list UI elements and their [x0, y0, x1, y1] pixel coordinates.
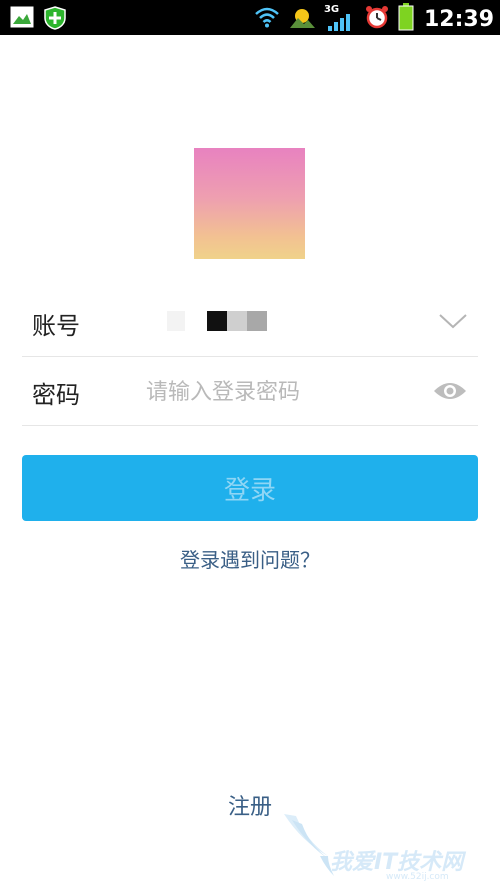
- clock: 12:39: [423, 6, 494, 32]
- weather-icon: [288, 4, 316, 34]
- watermark-url: www.52ij.com: [386, 872, 449, 882]
- signal-icon: 3G: [324, 4, 356, 32]
- gallery-icon: [10, 6, 34, 34]
- eye-icon[interactable]: [432, 377, 468, 405]
- account-row[interactable]: 账号: [22, 288, 478, 357]
- login-button[interactable]: 登录: [22, 455, 478, 521]
- user-avatar[interactable]: [194, 148, 305, 259]
- account-value-masked[interactable]: [167, 310, 267, 332]
- battery-icon: [398, 3, 414, 35]
- account-label: 账号: [32, 312, 80, 340]
- login-help-link[interactable]: 登录遇到问题？: [0, 544, 500, 573]
- wifi-icon: [254, 6, 280, 32]
- password-input[interactable]: [144, 373, 418, 411]
- alarm-icon: [364, 4, 390, 34]
- status-bar: 3G 12:39: [0, 0, 500, 35]
- chevron-down-icon[interactable]: [438, 310, 468, 332]
- watermark-logo: 我爱IT技术网 www.52ij.com: [282, 812, 492, 882]
- password-label: 密码: [32, 381, 80, 409]
- password-row: 密码: [22, 357, 478, 426]
- security-shield-icon: [44, 6, 66, 34]
